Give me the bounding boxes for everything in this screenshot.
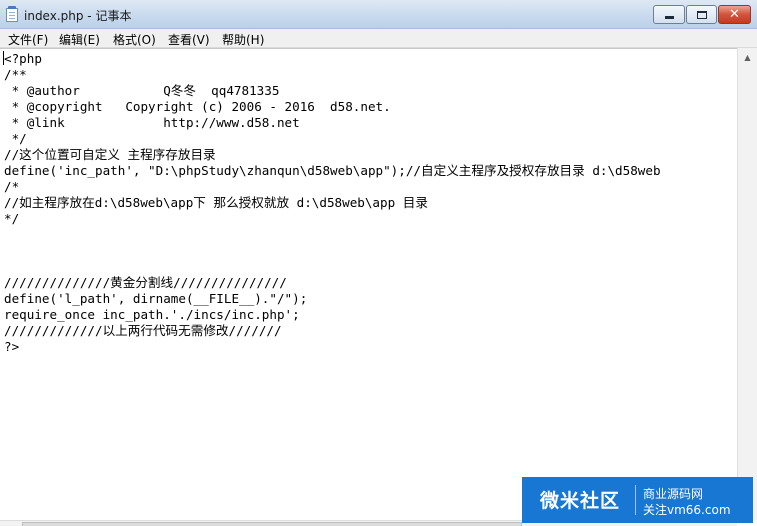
window-title: index.php - 记事本 (24, 9, 132, 23)
text-editor[interactable]: <?php /** * @author Q冬冬 qq4781335 * @cop… (0, 48, 737, 520)
menu-format[interactable]: 格式(O) (113, 31, 156, 48)
watermark-divider (635, 485, 636, 515)
title-bar[interactable]: index.php - 记事本 ✕ (0, 0, 757, 29)
code-line: define('l_path', dirname(__FILE__)."/"); (4, 291, 308, 306)
code-line: ?> (4, 339, 20, 354)
close-icon: ✕ (729, 7, 740, 22)
code-line: * @link http://www.d58.net (4, 115, 300, 130)
minimize-button[interactable] (653, 5, 685, 24)
menu-view[interactable]: 查看(V) (168, 31, 210, 48)
close-button[interactable]: ✕ (718, 5, 751, 24)
watermark-tagline: 商业源码网 (643, 487, 704, 501)
watermark-name: 微米社区 (540, 490, 621, 512)
minimize-icon (664, 16, 674, 19)
code-line: /////////////以上两行代码无需修改/////// (4, 323, 282, 338)
code-line: /** (4, 67, 27, 82)
vertical-scrollbar[interactable]: ▲ (737, 48, 757, 520)
code-line: //如主程序放在d:\d58web\app下 那么授权就放 d:\d58web\… (4, 195, 428, 210)
code-line: define('inc_path', "D:\phpStudy\zhanqun\… (4, 163, 661, 178)
scroll-up-icon[interactable]: ▲ (738, 49, 757, 66)
watermark-site: 关注vm66.com (643, 503, 731, 517)
code-line: * @author Q冬冬 qq4781335 (4, 83, 280, 98)
code-line: * @copyright Copyright (c) 2006 - 2016 d… (4, 99, 391, 114)
code-line: */ (4, 131, 27, 146)
maximize-icon (696, 10, 707, 19)
menu-help[interactable]: 帮助(H) (222, 31, 264, 48)
code-line: require_once inc_path.'./incs/inc.php'; (4, 307, 300, 322)
code-line: /* (4, 179, 20, 194)
menu-edit[interactable]: 编辑(E) (59, 31, 100, 48)
notepad-icon (6, 6, 18, 22)
menu-file[interactable]: 文件(F) (8, 31, 48, 48)
code-line: //这个位置可自定义 主程序存放目录 (4, 147, 216, 162)
code-line: //////////////黄金分割线/////////////// (4, 275, 287, 290)
watermark-banner: 微米社区 商业源码网 关注vm66.com (522, 477, 753, 523)
code-line: */ (4, 211, 20, 226)
menu-bar: 文件(F) 编辑(E) 格式(O) 查看(V) 帮助(H) (0, 29, 757, 48)
maximize-button[interactable] (686, 5, 717, 24)
horizontal-scroll-thumb[interactable] (22, 522, 522, 526)
code-line: <?php (4, 51, 42, 66)
